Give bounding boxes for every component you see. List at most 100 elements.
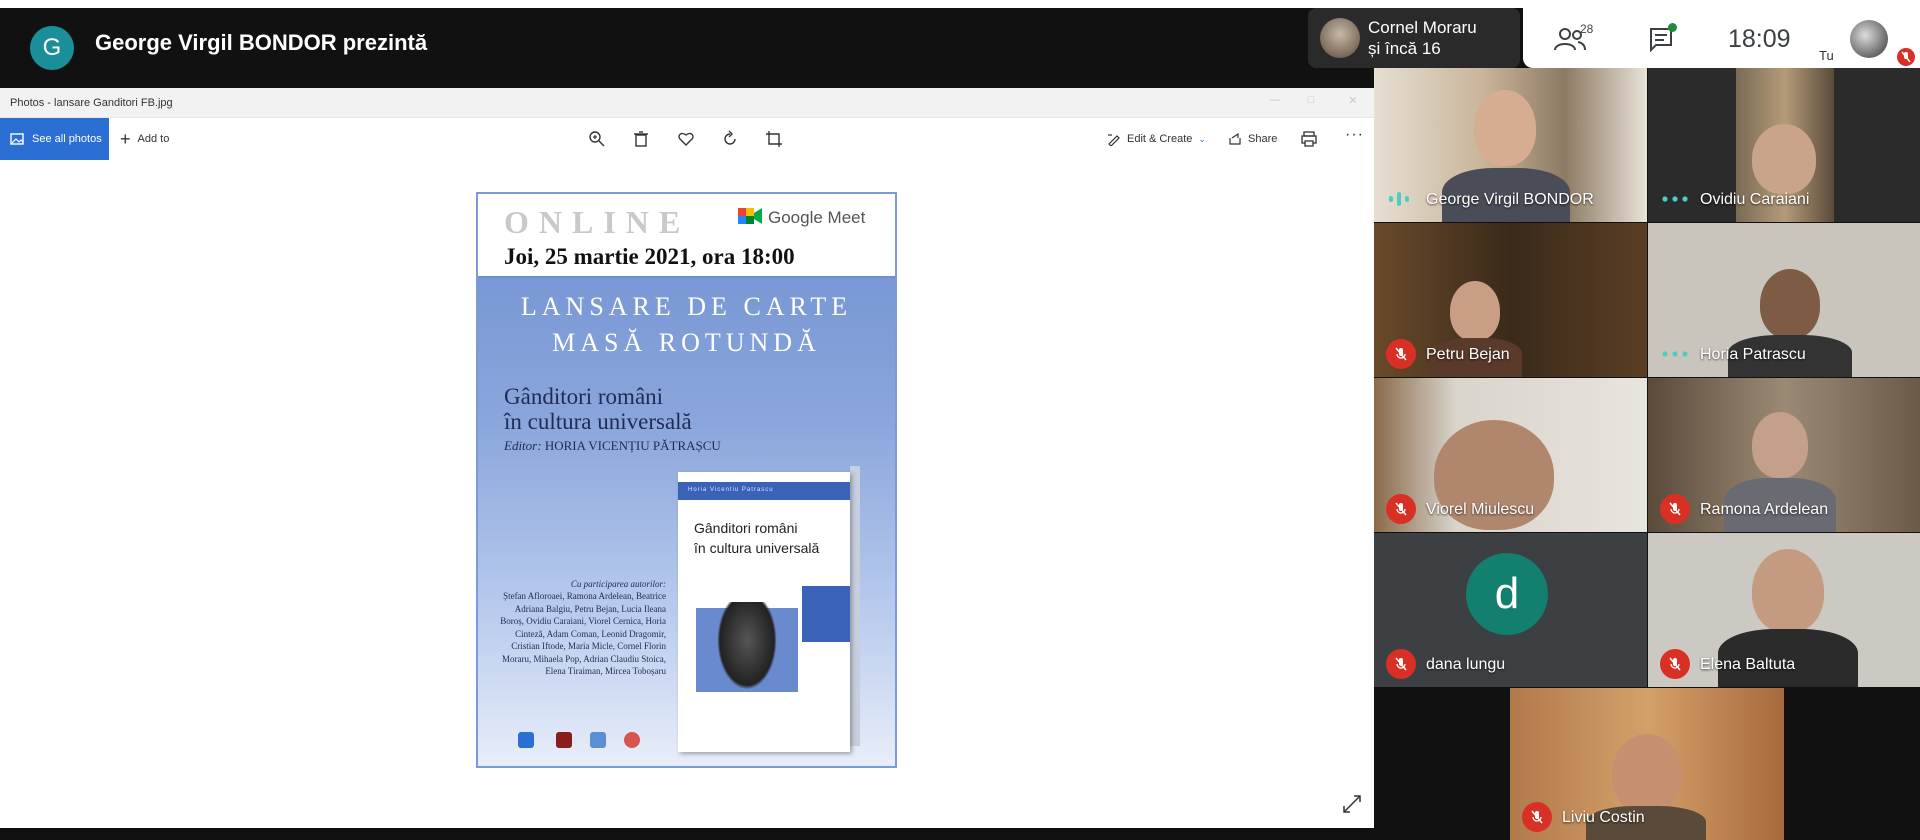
- fullscreen-icon[interactable]: [1342, 794, 1362, 814]
- book-spine: [850, 466, 860, 746]
- active-speaker-line2: și încă 16: [1368, 39, 1441, 58]
- speaking-indicator-icon: [1389, 192, 1409, 206]
- poster-launch-line1: LANSARE DE CARTE: [520, 292, 853, 321]
- plus-icon: +: [120, 129, 131, 149]
- presenter-avatar: G: [30, 26, 74, 70]
- mic-off-icon: [1660, 494, 1690, 524]
- more-dots-icon: [1662, 196, 1688, 202]
- participant-tile[interactable]: Liviu Costin: [1510, 688, 1784, 840]
- photos-icon: [10, 133, 24, 145]
- minimize-icon[interactable]: —: [1268, 94, 1282, 108]
- participant-tile[interactable]: Elena Baltuta: [1648, 533, 1920, 687]
- participant-tile[interactable]: George Virgil BONDOR: [1374, 68, 1647, 222]
- poster-editor-prefix: Editor:: [504, 438, 542, 453]
- mic-off-icon: [1386, 649, 1416, 679]
- book-cover: Horia Vicentiu Patrascu Gânditori români…: [678, 472, 850, 752]
- participant-name: Elena Baltuta: [1700, 656, 1796, 673]
- add-to-button[interactable]: + Add to: [120, 118, 169, 160]
- share-label: Share: [1248, 133, 1278, 145]
- participant-name: Ovidiu Caraiani: [1700, 191, 1810, 208]
- book-cover-title-2: în cultura universală: [694, 540, 820, 556]
- participant-name: Horia Patrascu: [1700, 346, 1806, 363]
- self-mic-off-icon: [1897, 48, 1915, 66]
- participant-initial-avatar: d: [1466, 553, 1548, 635]
- photos-window: Photos - lansare Ganditori FB.jpg — □ ✕ …: [0, 88, 1374, 828]
- google-meet-icon: [738, 208, 762, 224]
- poster-participants-head: Cu participarea autorilor:: [570, 579, 666, 589]
- see-all-photos-label: See all photos: [32, 133, 102, 145]
- poster-launch-line2: MASĂ ROTUNDĂ: [552, 328, 821, 357]
- poster-book-title-1: Gânditori români: [504, 384, 664, 409]
- participant-tile[interactable]: Horia Patrascu: [1648, 223, 1920, 377]
- add-to-label: Add to: [137, 133, 170, 145]
- screen: G George Virgil BONDOR prezintă Cornel M…: [0, 0, 1920, 840]
- active-speaker-line1: Cornel Moraru: [1368, 18, 1477, 37]
- zoom-icon[interactable]: [588, 130, 606, 148]
- top-strip: [0, 0, 1920, 8]
- poster-editor-name: HORIA VICENȚIU PĂTRAȘCU: [544, 438, 721, 453]
- person-face: [1760, 269, 1820, 339]
- person-face: [1752, 124, 1816, 194]
- self-label: Tu: [1819, 48, 1834, 63]
- print-icon[interactable]: [1300, 130, 1318, 148]
- presenting-title: George Virgil BONDOR prezintă: [95, 30, 428, 55]
- poster-online: ONLINE: [504, 204, 691, 240]
- mic-off-icon: [1386, 339, 1416, 369]
- book-blue-block: [802, 586, 850, 642]
- heart-icon[interactable]: [677, 130, 695, 148]
- maximize-icon[interactable]: □: [1304, 94, 1318, 108]
- poster-editor: Editor: HORIA VICENȚIU PĂTRAȘCU: [504, 438, 721, 454]
- edit-icon: [1108, 134, 1120, 146]
- chevron-down-icon: ⌄: [1198, 133, 1206, 144]
- rotate-icon[interactable]: [721, 130, 739, 148]
- delete-icon[interactable]: [632, 130, 650, 148]
- person-face: [1752, 549, 1824, 633]
- people-count: 28: [1580, 22, 1594, 36]
- close-icon[interactable]: ✕: [1346, 94, 1360, 108]
- participant-name: Viorel Miulescu: [1426, 501, 1535, 518]
- book-band: Horia Vicentiu Patrascu: [678, 482, 850, 500]
- mic-off-icon: [1386, 494, 1416, 524]
- see-all-photos-button[interactable]: See all photos: [0, 118, 109, 160]
- edit-create-label: Edit & Create: [1127, 133, 1193, 145]
- participant-name: Ramona Ardelean: [1700, 501, 1829, 518]
- edit-create-button[interactable]: Edit & Create ⌄: [1107, 118, 1206, 160]
- clock: 18:09: [1728, 25, 1791, 53]
- participant-name: Petru Bejan: [1426, 346, 1510, 363]
- participant-tile[interactable]: Ramona Ardelean: [1648, 378, 1920, 532]
- person-face: [1752, 412, 1808, 478]
- poster-date: Joi, 25 martie 2021, ora 18:00: [504, 244, 795, 269]
- person-face: [1612, 734, 1682, 814]
- participant-tile[interactable]: Ovidiu Caraiani: [1648, 68, 1920, 222]
- poster-header: ONLINE Google Meet Joi, 25 martie 2021, …: [478, 194, 895, 278]
- mic-off-icon: [1522, 802, 1552, 832]
- chat-notification-dot: [1668, 23, 1677, 32]
- photos-window-title: Photos - lansare Ganditori FB.jpg: [10, 97, 173, 109]
- person-face: [1450, 281, 1500, 341]
- meet-controls-box: 28 18:09 Tu: [1523, 8, 1920, 68]
- share-button[interactable]: Share: [1228, 118, 1277, 160]
- poster-gmeet-label: Google Meet: [768, 208, 866, 227]
- more-options-button[interactable]: ···: [1345, 126, 1364, 144]
- mic-off-icon: [1660, 649, 1690, 679]
- participant-tile[interactable]: Viorel Miulescu: [1374, 378, 1647, 532]
- photos-toolbar: See all photos + Add to Edit & Create ⌄ …: [0, 118, 1374, 160]
- poster-book-title-2: în cultura universală: [504, 409, 692, 434]
- poster-image: ONLINE Google Meet Joi, 25 martie 2021, …: [476, 192, 897, 768]
- crop-icon[interactable]: [765, 130, 783, 148]
- share-icon: [1229, 132, 1241, 145]
- active-speaker-avatar: [1320, 18, 1360, 58]
- participant-tile[interactable]: d dana lungu: [1374, 533, 1647, 687]
- department-logo: [590, 732, 606, 748]
- book-cover-image: Horia Vicentiu Patrascu Gânditori români…: [678, 462, 862, 752]
- participant-name: George Virgil BONDOR: [1426, 191, 1594, 208]
- poster-logos: [510, 732, 680, 762]
- institute-logo: [624, 732, 640, 748]
- active-speaker-chip[interactable]: Cornel Moraru și încă 16: [1308, 8, 1520, 68]
- university-logo: [518, 732, 534, 748]
- participant-tile[interactable]: Petru Bejan: [1374, 223, 1647, 377]
- book-cover-title-1: Gânditori români: [694, 520, 798, 536]
- photos-titlebar: Photos - lansare Ganditori FB.jpg — □ ✕: [0, 88, 1374, 118]
- poster-participants: Ștefan Afloroaei, Ramona Ardelean, Beatr…: [500, 591, 666, 676]
- statue-image: [712, 602, 782, 698]
